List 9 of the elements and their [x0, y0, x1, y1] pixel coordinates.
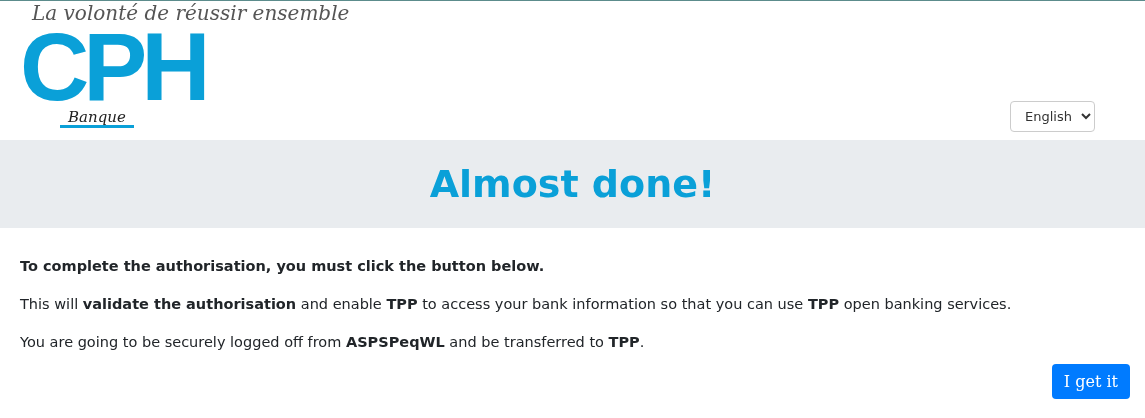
- instruction-text: To complete the authorisation, you must click the button below.: [20, 257, 546, 276]
- logo-subtitle: Banque: [60, 109, 134, 128]
- confirm-button[interactable]: I get it: [1051, 364, 1130, 399]
- bank-logo: CPH: [20, 25, 205, 109]
- language-select[interactable]: English: [1010, 101, 1095, 132]
- instruction-text: You are going to be securely logged off from ASPSPeqWL and be transferred to TPP.: [20, 333, 646, 352]
- page-heading: Almost done!: [429, 162, 716, 206]
- logo-tagline: La volonté de réussir ensemble: [32, 1, 350, 25]
- instruction-text: This will validate the authorisation and enable TPP to access your bank information so that you can use TPP open banking services.: [20, 295, 1013, 314]
